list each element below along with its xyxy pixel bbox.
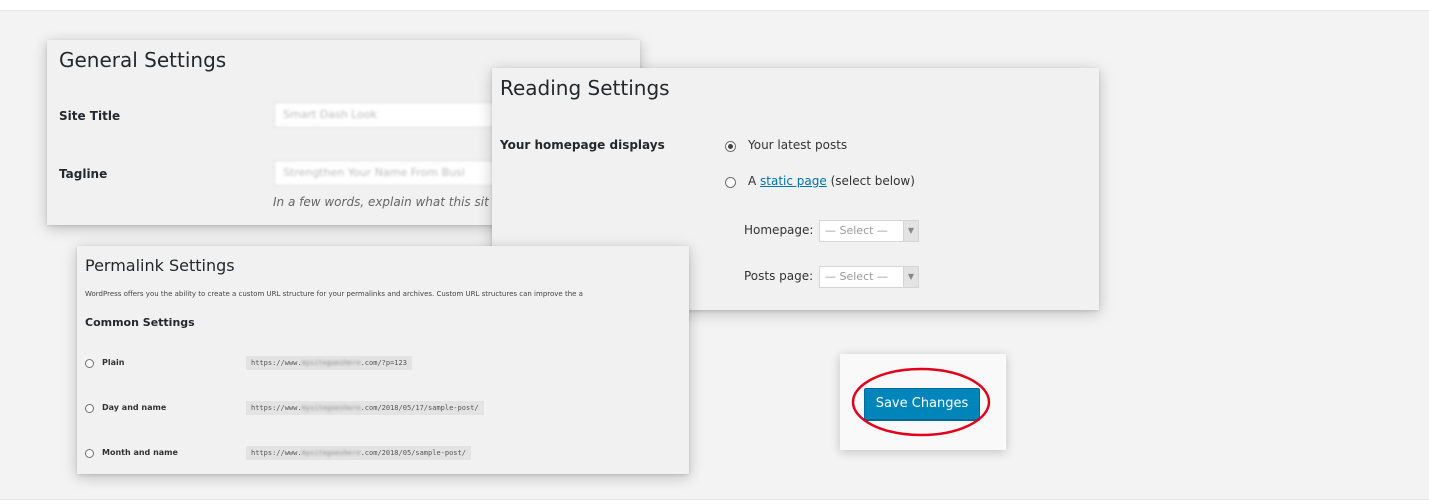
reading-settings-title: Reading Settings [500, 76, 670, 100]
permalink-settings-panel: Permalink Settings WordPress offers you … [77, 246, 689, 474]
radio-month-and-name[interactable] [85, 449, 94, 458]
day-and-name-option-label: Day and name [102, 403, 167, 412]
latest-posts-label: Your latest posts [748, 138, 848, 152]
static-page-option-text: A static page (select below) [748, 174, 915, 188]
day-and-name-url-example: https://www.mysitegoeshere.com/2018/05/1… [246, 401, 484, 415]
radio-day-and-name[interactable] [85, 404, 94, 413]
homepage-select[interactable]: — Select — ▼ [819, 220, 919, 242]
radio-latest-posts[interactable] [725, 141, 736, 152]
month-and-name-option-label: Month and name [102, 448, 178, 457]
permalink-description: WordPress offers you the ability to crea… [85, 290, 583, 298]
save-changes-card: Save Changes [840, 354, 1006, 450]
homepage-displays-label: Your homepage displays [500, 138, 665, 152]
site-title-label: Site Title [59, 109, 121, 123]
posts-page-select-value: — Select — [825, 270, 888, 283]
highlight-circle [851, 367, 991, 437]
tagline-hint: In a few words, explain what this sit [273, 195, 489, 209]
plain-url-example: https://www.mysitegoeshere.com/?p=123 [246, 356, 412, 370]
posts-page-select-label: Posts page: [744, 269, 814, 283]
month-and-name-url-example: https://www.mysitegoeshere.com/2018/05/s… [246, 446, 471, 460]
chevron-down-icon: ▼ [903, 267, 918, 287]
homepage-select-value: — Select — [825, 224, 888, 237]
chevron-down-icon: ▼ [903, 221, 918, 241]
plain-option-label: Plain [102, 358, 125, 367]
static-page-suffix: (select below) [826, 174, 915, 188]
permalink-settings-title: Permalink Settings [85, 256, 235, 275]
posts-page-select[interactable]: — Select — ▼ [819, 266, 919, 288]
radio-plain[interactable] [85, 359, 94, 368]
radio-static-page[interactable] [725, 177, 736, 188]
static-page-link[interactable]: static page [760, 174, 827, 188]
static-page-prefix: A [748, 174, 761, 188]
common-settings-heading: Common Settings [85, 316, 195, 329]
tagline-label: Tagline [59, 167, 108, 181]
homepage-select-label: Homepage: [744, 223, 814, 237]
general-settings-title: General Settings [59, 48, 227, 72]
